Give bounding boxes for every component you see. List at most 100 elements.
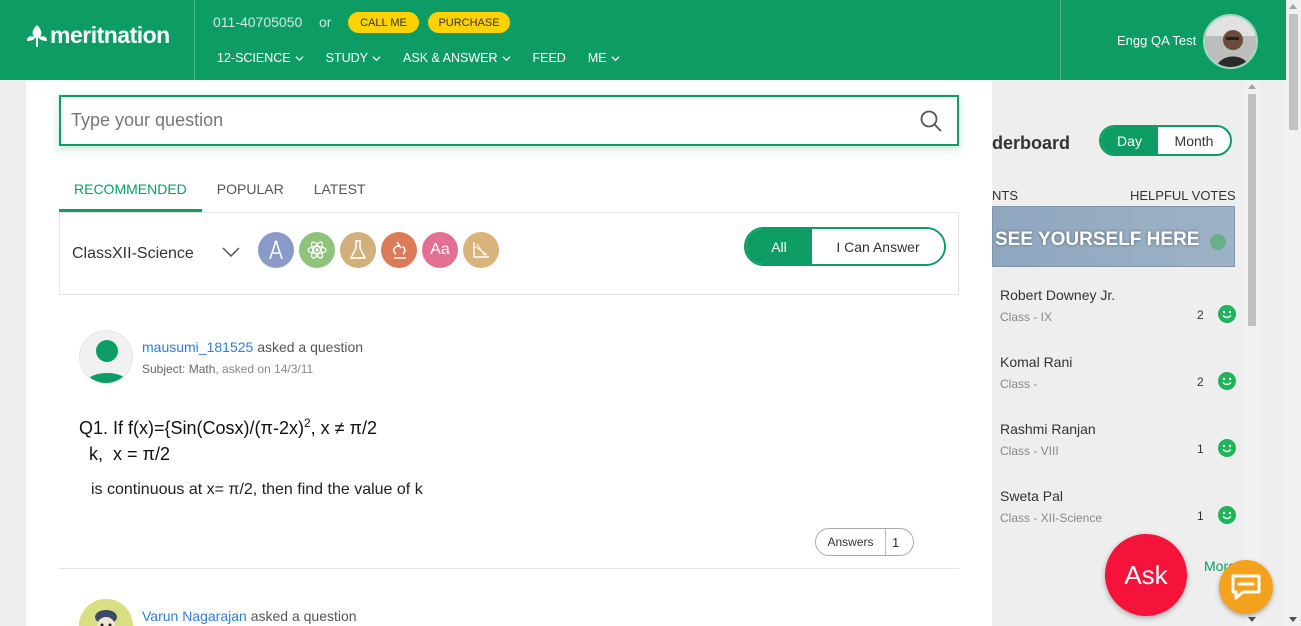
toggle-all[interactable]: All [746,229,812,264]
phone-number[interactable]: 011-40705050 [213,14,302,30]
sidebar-scrollbar[interactable] [1245,80,1259,626]
chevron-down-icon[interactable] [222,246,240,258]
leader-votes: 2 [1197,375,1204,389]
question-line: Q1. If f(x)={Sin(Cosx)/(π-2x)2, x ≠ π/2 [79,410,377,441]
answers-label: Answers [816,529,886,555]
scroll-down-arrow-icon[interactable] [1289,617,1297,622]
question-input[interactable] [71,97,891,144]
nav-ask-answer[interactable]: ASK & ANSWER [403,51,511,65]
microscope-icon[interactable] [381,232,417,268]
feed-tabs: RECOMMENDED POPULAR LATEST [59,180,381,212]
chevron-down-icon [372,55,381,61]
nav-feed[interactable]: FEED [533,51,566,65]
scroll-up-arrow-icon[interactable] [1248,84,1256,89]
leaderboard-row[interactable]: Rashmi Ranjan Class - VIII 1 [1000,421,1236,471]
filter-bar: ClassXII-Science Aa All I Can Answer [59,212,959,295]
logo-leaf-icon [27,24,47,47]
page-scrollbar[interactable] [1286,0,1301,626]
nav-12-science[interactable]: 12-SCIENCE [217,51,304,65]
question-subject-line: Subject: Math, asked on 14/3/11 [142,362,313,376]
asker-avatar[interactable] [79,330,133,384]
leader-votes: 1 [1197,509,1204,523]
scrollbar-thumb[interactable] [1248,94,1256,326]
asker-name[interactable]: mausumi_181525 [142,339,253,355]
leader-votes: 2 [1197,308,1204,322]
top-header: meritnation 011-40705050 or CALL ME PURC… [0,0,1286,80]
cartoon-avatar-icon [79,599,133,626]
leader-class: Class - XII-Science [1000,511,1103,525]
asker-avatar[interactable] [79,599,133,626]
chevron-down-icon [501,55,511,61]
leaderboard-row[interactable]: Sweta Pal Class - XII-Science 1 [1000,488,1236,538]
flask-icon[interactable] [340,232,376,268]
chat-button[interactable] [1219,560,1273,614]
user-silhouette-icon [85,340,129,383]
nav-me[interactable]: ME [588,51,620,65]
asked-text: asked a question [257,339,364,355]
question-date: , asked on 14/3/11 [215,362,314,376]
tab-popular[interactable]: POPULAR [202,180,299,212]
banner-text: SEE YOURSELF HERE [995,229,1200,250]
asker-name[interactable]: Varun Nagarajan [142,608,247,624]
atom-icon[interactable] [299,232,335,268]
question-subject: Subject: Math [142,362,216,376]
leaderboard-column-votes: HELPFUL VOTES [1130,188,1236,203]
scrollbar-thumb[interactable] [1289,14,1298,130]
smile-icon [1218,506,1236,524]
answers-button[interactable]: Answers 1 [815,528,914,556]
tab-latest[interactable]: LATEST [299,180,381,212]
toggle-month[interactable]: Month [1158,127,1230,154]
compass-icon[interactable] [258,232,294,268]
nav-label: ASK & ANSWER [403,51,498,65]
smile-icon [1218,439,1236,457]
purchase-button[interactable]: PURCHASE [428,12,510,33]
leader-class: Class - IX [1000,310,1053,324]
question-line: k, x = π/2 [79,444,170,464]
scroll-up-arrow-icon[interactable] [1289,4,1297,9]
see-yourself-banner[interactable]: SEE YOURSELF HERE [992,206,1235,267]
superscript: 2 [303,416,311,430]
leader-class: Class - VIII [1000,444,1059,458]
chat-bubble-icon [1231,574,1261,600]
english-icon[interactable]: Aa [422,232,458,268]
user-name[interactable]: Engg QA Test [1117,33,1196,48]
main-nav: 12-SCIENCE STUDY ASK & ANSWER FEED ME [217,51,642,65]
question-meta: Varun Nagarajan asked a question [142,608,357,624]
smile-icon [1218,305,1236,323]
question-text: Q1. If f(x)={Sin(Cosx)/(π-2x) [79,418,304,438]
nav-label: STUDY [325,51,369,65]
english-glyph: Aa [430,241,450,258]
question-body-continued: is continuous at x= π/2, then find the v… [91,481,423,498]
question-meta: mausumi_181525 asked a question [142,339,363,355]
meritnation-logo[interactable]: meritnation [26,22,170,49]
user-avatar[interactable] [1203,14,1258,69]
header-divider [1060,0,1061,80]
asked-text: asked a question [250,608,357,624]
leader-class: Class - [1000,377,1038,391]
graph-icon[interactable] [463,232,499,268]
question-text: , x ≠ π/2 [310,418,377,438]
leaderboard-period-toggle: Day Month [1099,125,1232,156]
scroll-down-arrow-icon[interactable] [1248,617,1256,622]
tab-recommended[interactable]: RECOMMENDED [59,180,202,212]
leaderboard-row[interactable]: Komal Rani Class - 2 [1000,354,1236,404]
answers-count: 1 [892,534,900,550]
header-divider [194,0,195,80]
search-icon[interactable] [919,109,943,133]
nav-label: FEED [532,51,566,65]
call-me-button[interactable]: CALL ME [348,12,419,33]
nav-study[interactable]: STUDY [326,51,381,65]
leader-name: Komal Rani [1000,354,1073,370]
leaderboard-row[interactable]: Robert Downey Jr. Class - IX 2 [1000,287,1236,337]
class-select[interactable]: ClassXII-Science [72,245,194,263]
toggle-i-can-answer[interactable]: I Can Answer [812,229,944,264]
nav-label: 12-SCIENCE [217,51,291,65]
question-body[interactable]: Q1. If f(x)={Sin(Cosx)/(π-2x)2, x ≠ π/2 … [79,410,377,467]
toggle-day[interactable]: Day [1101,127,1158,154]
nav-label: ME [587,51,607,65]
question-search-box [59,95,959,146]
or-text: or [319,14,332,30]
smile-icon [1210,234,1226,250]
ask-button[interactable]: Ask [1105,534,1187,616]
question-divider [59,568,959,569]
